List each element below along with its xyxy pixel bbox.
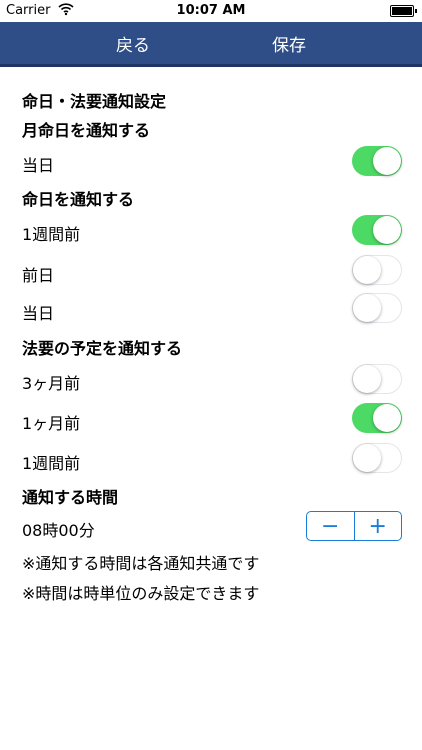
option-label: 当日 — [22, 304, 55, 323]
option-label: 1週間前 — [22, 225, 81, 244]
decrement-button[interactable]: − — [307, 512, 354, 540]
toggle-knob — [373, 404, 401, 432]
section-header-time: 通知する時間 — [22, 488, 119, 507]
option-label: 1週間前 — [22, 454, 81, 473]
toggle-memorial-week-before[interactable] — [352, 443, 402, 473]
time-stepper: − + — [306, 511, 402, 541]
toggle-knob — [373, 216, 401, 244]
navigation-bar: 戻る 保存 — [0, 22, 422, 67]
option-label: 1ヶ月前 — [22, 414, 81, 433]
toggle-knob — [353, 444, 381, 472]
section-header-memorial: 法要の予定を通知する — [22, 339, 183, 358]
page-title: 命日・法要通知設定 — [22, 92, 167, 111]
toggle-memorial-1-month[interactable] — [352, 403, 402, 433]
battery-icon — [390, 5, 417, 17]
toggle-knob — [373, 147, 401, 175]
time-value: 08時00分 — [22, 521, 95, 540]
clock: 10:07 AM — [176, 3, 246, 18]
toggle-knob — [353, 256, 381, 284]
increment-button[interactable]: + — [355, 512, 402, 540]
section-header-anniversary: 命日を通知する — [22, 190, 135, 209]
toggle-anniversary-same-day[interactable] — [352, 293, 402, 323]
save-button[interactable]: 保存 — [272, 31, 306, 56]
toggle-knob — [353, 294, 381, 322]
toggle-monthly-same-day[interactable] — [352, 146, 402, 176]
option-label: 3ヶ月前 — [22, 374, 81, 393]
option-label: 当日 — [22, 156, 55, 175]
toggle-knob — [353, 365, 381, 393]
toggle-anniversary-week-before[interactable] — [352, 215, 402, 245]
section-header-monthly: 月命日を通知する — [22, 121, 151, 140]
note-shared-time: ※通知する時間は各通知共通です — [22, 554, 260, 573]
note-hour-unit: ※時間は時単位のみ設定できます — [22, 584, 260, 603]
option-label: 前日 — [22, 266, 55, 285]
toggle-memorial-3-months[interactable] — [352, 364, 402, 394]
back-button[interactable]: 戻る — [116, 31, 150, 56]
toggle-anniversary-day-before[interactable] — [352, 255, 402, 285]
status-bar: Carrier 10:07 AM — [0, 0, 422, 22]
